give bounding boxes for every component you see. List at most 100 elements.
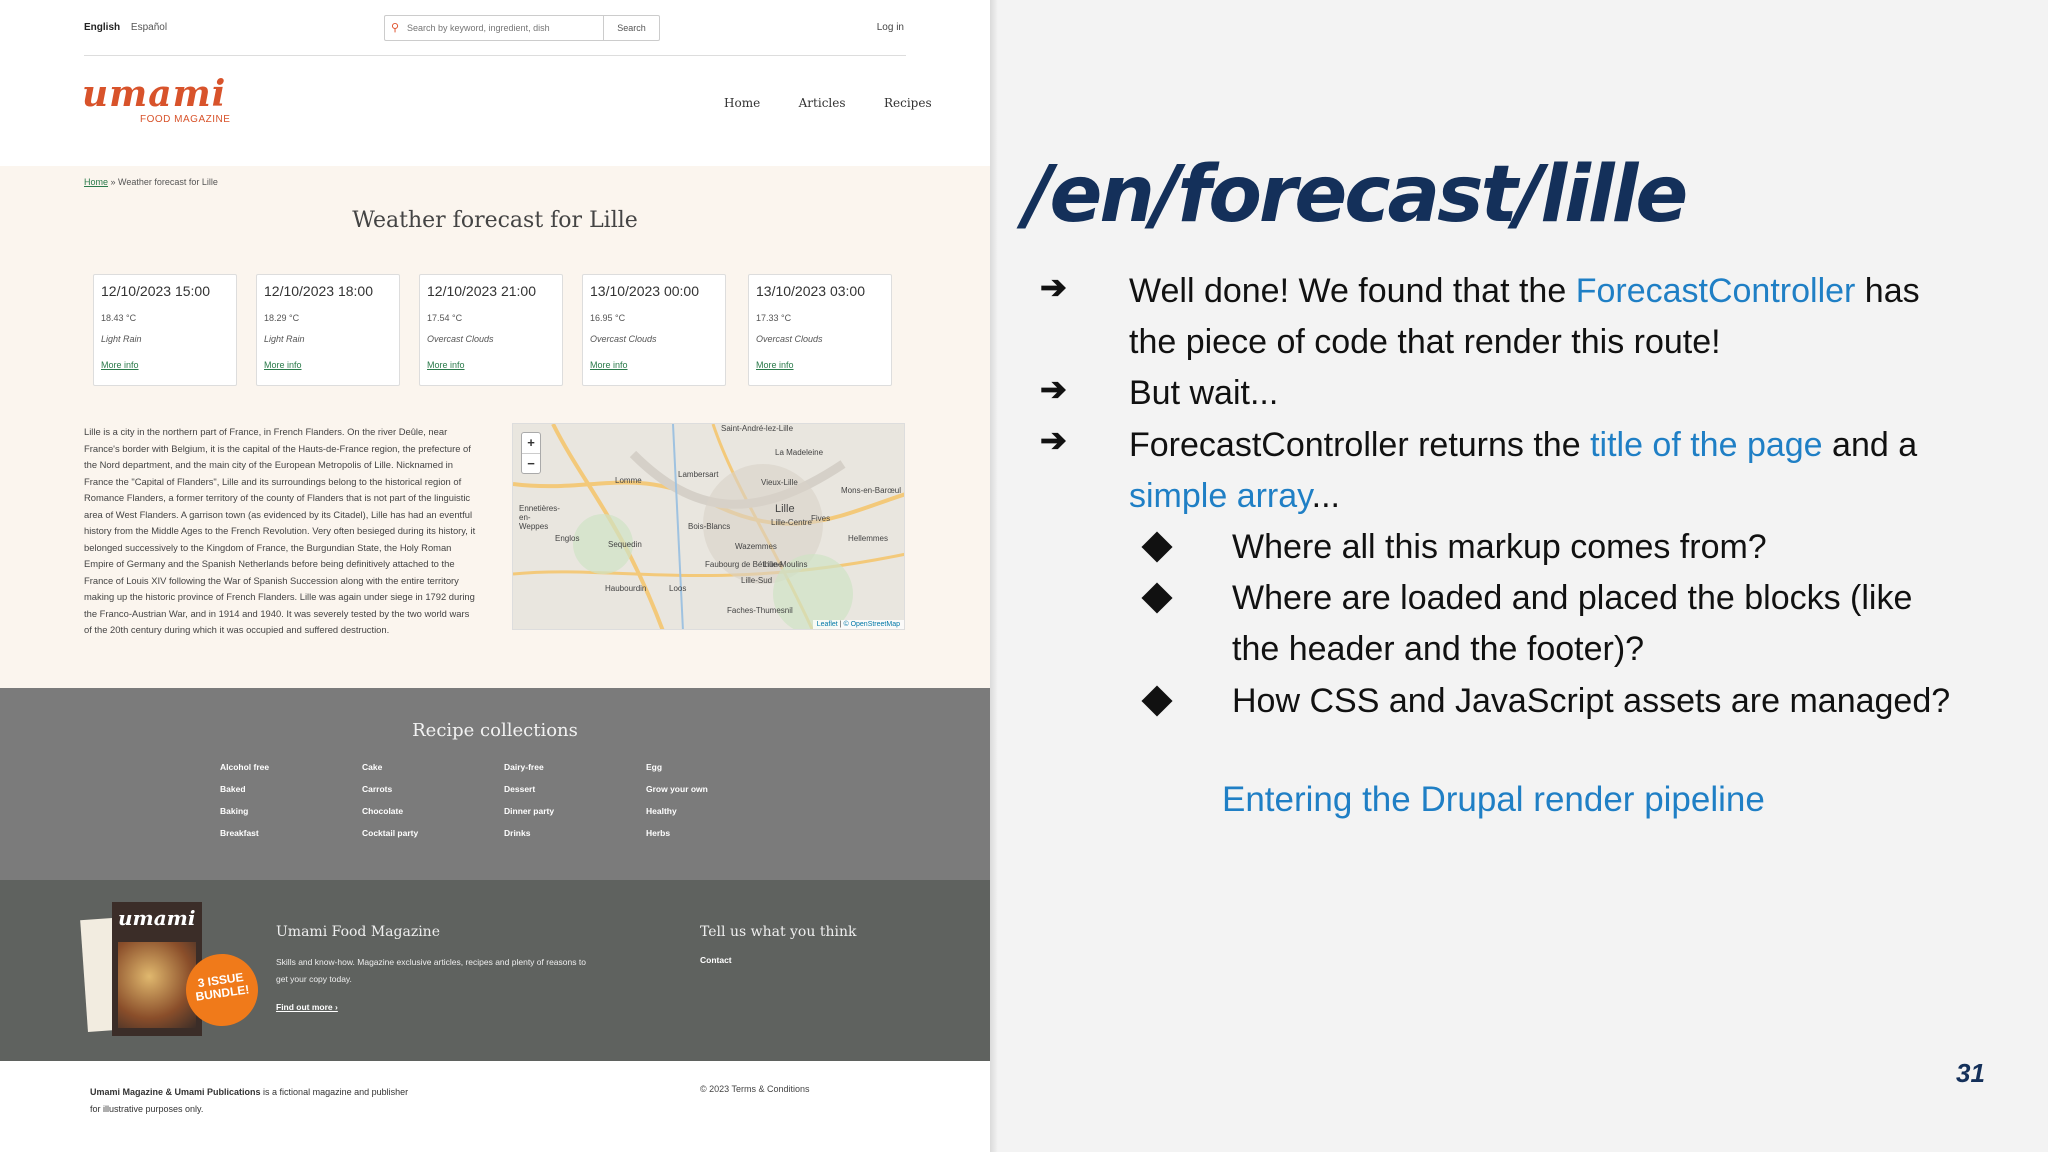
map-label: Bois-Blancs [688, 522, 731, 531]
collection-link[interactable]: Grow your own [646, 784, 708, 794]
logo-subtitle: FOOD MAGAZINE [140, 114, 231, 125]
lang-english[interactable]: English [84, 22, 120, 33]
forecast-temp: 17.33 °C [756, 313, 792, 323]
footer-magazine-title: Umami Food Magazine [276, 924, 440, 940]
b3-highlight-2: simple array [1129, 477, 1312, 515]
magazine-photo [118, 942, 196, 1028]
forecast-datetime: 13/10/2023 03:00 [756, 283, 865, 299]
slide-panel: /en/forecast/lille ➔ Well done! We found… [998, 0, 2048, 1152]
forecast-card: 12/10/2023 18:00 18.29 °C Light Rain Mor… [256, 274, 400, 386]
more-info-link[interactable]: More info [264, 360, 392, 370]
collection-link[interactable]: Baked [220, 784, 246, 794]
more-info-link[interactable]: More info [756, 360, 884, 370]
collection-link[interactable]: Egg [646, 762, 662, 772]
map-label: Faches-Thumesnil [727, 606, 793, 615]
map-label: Sequedin [608, 540, 642, 549]
forecast-card: 13/10/2023 00:00 16.95 °C Overcast Cloud… [582, 274, 726, 386]
collection-link[interactable]: Dinner party [504, 806, 554, 816]
map-label: Ennetières-en-Weppes [519, 504, 560, 531]
collection-link[interactable]: Baking [220, 806, 248, 816]
breadcrumb: Home » Weather forecast for Lille [84, 177, 218, 187]
arrow-bullet-icon: ➔ [1040, 422, 1067, 458]
more-info-link[interactable]: More info [427, 360, 555, 370]
lang-espanol[interactable]: Español [131, 22, 167, 33]
collection-link[interactable]: Chocolate [362, 806, 403, 816]
sub-bullet-2-line-2: the header and the footer)? [1232, 630, 1645, 668]
bullet-1-line-1: Well done! We found that the ForecastCon… [1129, 266, 1920, 317]
magazine-cover-front: umami [112, 902, 202, 1036]
map-label: Lille [775, 503, 795, 515]
more-info-link[interactable]: More info [101, 360, 229, 370]
b1-post: has [1855, 272, 1920, 310]
nav-home[interactable]: Home [724, 96, 760, 110]
collection-link[interactable]: Dairy-free [504, 762, 544, 772]
contact-link[interactable]: Contact [700, 955, 732, 965]
top-bar: English Español ⚲ Search Log in [84, 14, 906, 56]
login-link[interactable]: Log in [877, 22, 904, 33]
map-label: Fives [811, 514, 831, 523]
find-out-more-link[interactable]: Find out more › [276, 1002, 338, 1012]
umami-logo[interactable]: umami FOOD MAGAZINE [82, 76, 242, 132]
map-label: La Madeleine [775, 448, 824, 457]
collections-title: Recipe collections [412, 720, 578, 741]
sub-bullet-1: Where all this markup comes from? [1232, 528, 1767, 566]
main-nav: Home Articles Recipes [690, 94, 932, 112]
terms-link[interactable]: © 2023 Terms & Conditions [700, 1084, 810, 1094]
map-label: Haubourdin [605, 584, 647, 593]
b3-pre: ForecastController returns the [1129, 426, 1591, 464]
collection-link[interactable]: Alcohol free [220, 762, 269, 772]
footer-tell-title: Tell us what you think [700, 924, 857, 940]
page-title: Weather forecast for Lille [352, 208, 638, 233]
forecast-temp: 17.54 °C [427, 313, 463, 323]
osm-link[interactable]: © OpenStreetMap [843, 621, 900, 628]
bullet-1-line-2: the piece of code that render this route… [1129, 323, 1721, 361]
panel-divider [990, 0, 998, 1152]
b3-end: ... [1311, 477, 1340, 515]
more-info-link[interactable]: More info [590, 360, 718, 370]
leaflet-link[interactable]: Leaflet [817, 621, 838, 628]
city-map[interactable]: + − Saint-André-lez-Lille La Madeleine L… [512, 423, 905, 630]
search-button[interactable]: Search [603, 16, 659, 40]
collection-link[interactable]: Herbs [646, 828, 670, 838]
breadcrumb-separator: » [108, 177, 119, 187]
diamond-bullet-icon [1141, 685, 1173, 717]
collection-link[interactable]: Carrots [362, 784, 392, 794]
zoom-out-button[interactable]: − [522, 453, 540, 473]
zoom-in-button[interactable]: + [522, 433, 540, 453]
map-label: Lille-Sud [741, 576, 773, 585]
forecast-desc: Light Rain [101, 334, 142, 344]
map-attribution: Leaflet | © OpenStreetMap [812, 620, 904, 629]
collection-link[interactable]: Breakfast [220, 828, 259, 838]
recipe-collections [0, 688, 990, 880]
forecast-temp: 18.29 °C [264, 313, 300, 323]
collection-link[interactable]: Healthy [646, 806, 677, 816]
breadcrumb-home[interactable]: Home [84, 177, 108, 187]
entering-pipeline-link[interactable]: Entering the Drupal render pipeline [1222, 780, 1765, 820]
nav-recipes[interactable]: Recipes [884, 96, 932, 110]
map-label: Mons-en-Barœul [841, 486, 902, 495]
collection-link[interactable]: Drinks [504, 828, 530, 838]
map-label: Englos [555, 534, 580, 543]
map-label: Lille-Centre [771, 518, 812, 527]
copyright-bold: Umami Magazine & Umami Publications [90, 1087, 261, 1097]
website-screenshot: English Español ⚲ Search Log in umami FO… [0, 0, 990, 1152]
magazine-title: umami [118, 906, 196, 930]
search-icon: ⚲ [391, 22, 400, 34]
city-description: Lille is a city in the northern part of … [84, 426, 476, 635]
search-input[interactable] [407, 19, 612, 37]
map-label: Wazemmes [735, 542, 777, 551]
logo-word: umami [82, 73, 227, 115]
b1-pre: Well done! We found that the [1129, 272, 1576, 310]
magazine-bundle-image: umami 3 ISSUE BUNDLE! [80, 902, 263, 1040]
bullet-2: But wait... [1129, 374, 1279, 412]
diamond-bullet-icon [1141, 582, 1173, 614]
forecast-desc: Light Rain [264, 334, 305, 344]
forecast-datetime: 12/10/2023 21:00 [427, 283, 536, 299]
collection-link[interactable]: Dessert [504, 784, 535, 794]
nav-articles[interactable]: Articles [799, 96, 846, 110]
language-switcher: English Español [84, 22, 167, 33]
collection-link[interactable]: Cocktail party [362, 828, 418, 838]
collection-link[interactable]: Cake [362, 762, 382, 772]
b3-highlight: title of the page [1590, 426, 1823, 464]
forecast-datetime: 13/10/2023 00:00 [590, 283, 699, 299]
